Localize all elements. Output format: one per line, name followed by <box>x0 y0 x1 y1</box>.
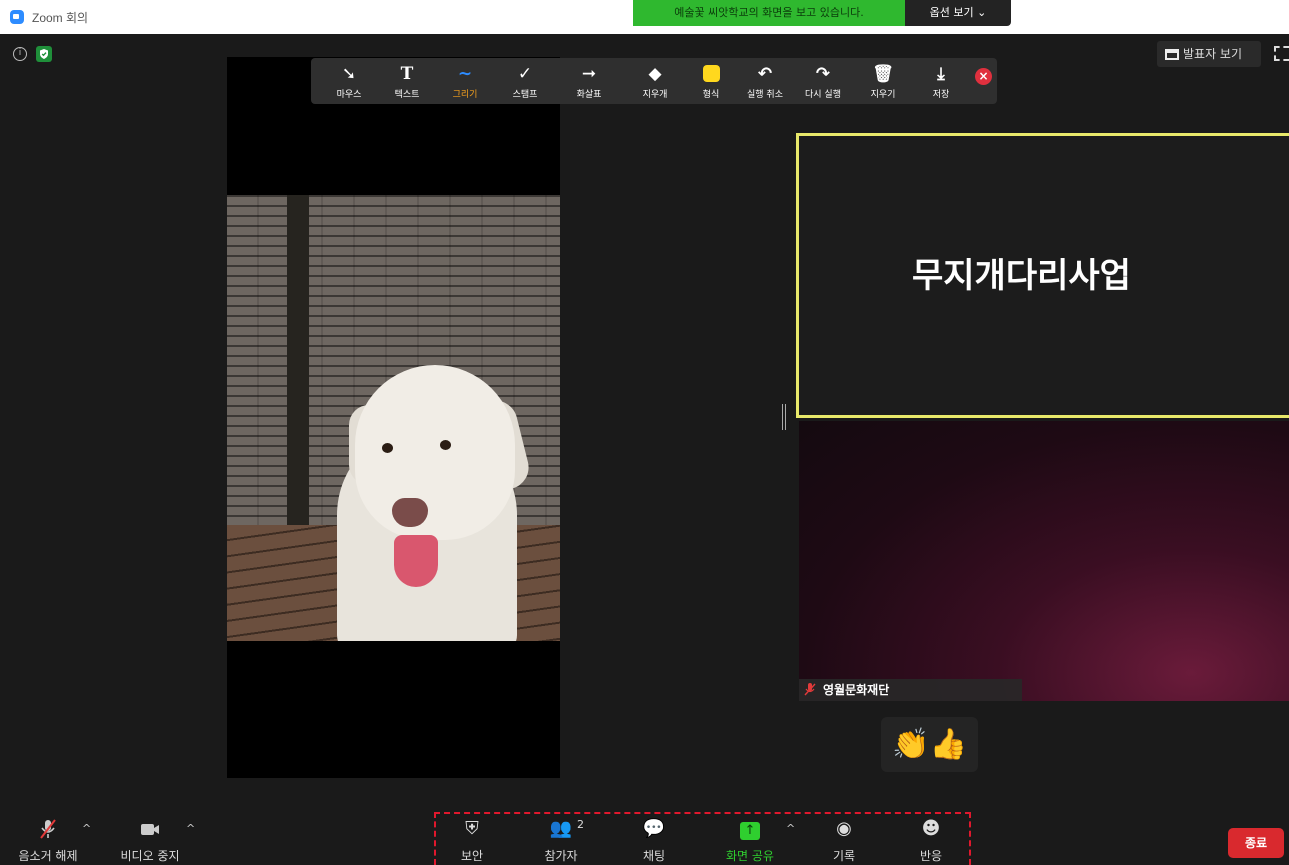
speaker-view-label: 발표자 보기 <box>1183 47 1243 61</box>
tool-draw[interactable]: ∼ 그리기 <box>443 58 487 104</box>
active-speaker-name: 무지개다리사업 <box>912 256 1131 296</box>
speaker-view-button[interactable]: 발표자 보기 <box>1157 41 1261 67</box>
window-title: Zoom 회의 <box>32 11 89 25</box>
tool-save[interactable]: ⤓ 저장 <box>919 58 963 104</box>
record-label: 기록 <box>832 849 856 863</box>
redo-icon: ↷ <box>815 64 831 84</box>
wall-pillar <box>287 195 309 525</box>
security-label: 보안 <box>460 849 484 863</box>
checkmark-icon: ✓ <box>517 64 533 84</box>
view-options-button[interactable]: 옵션 보기 ⌄ <box>905 0 1011 26</box>
video-options-caret-icon[interactable]: ^ <box>186 822 195 835</box>
tool-arrow[interactable]: ➞ 화살표 <box>567 58 611 104</box>
tool-text[interactable]: T 텍스트 <box>385 58 429 104</box>
bottom-toolbar: 음소거 해제 ^ 비디오 중지 ^ ⛨ 보안 👥 2 참가자 💬 채팅 ↑ 화면… <box>0 778 1289 865</box>
save-download-icon: ⤓ <box>937 64 945 84</box>
tool-mouse[interactable]: ➘ 마우스 <box>327 58 371 104</box>
tool-label: 실행 취소 <box>747 90 783 100</box>
chat-bubble-icon: 💬 <box>642 818 666 839</box>
tool-label: 마우스 <box>336 90 362 100</box>
participant-name: 영월문화재단 <box>823 683 890 697</box>
muted-mic-icon <box>40 819 56 839</box>
tool-eraser[interactable]: ◆ 지우개 <box>633 58 677 104</box>
split-divider-handle[interactable] <box>782 404 786 430</box>
security-shield-icon: ⛨ <box>465 818 479 839</box>
meeting-info-icon[interactable]: i <box>13 47 27 61</box>
shared-dog-photo <box>227 195 560 641</box>
close-annotation-icon[interactable]: × <box>975 68 992 85</box>
share-options-caret-icon[interactable]: ^ <box>786 822 795 835</box>
tool-label: 지우개 <box>642 90 668 100</box>
share-screen-label: 화면 공유 <box>726 849 774 863</box>
tool-label: 지우기 <box>870 90 896 100</box>
arrow-cursor-icon: ➘ <box>341 64 357 84</box>
participants-icon: 👥 <box>549 818 573 839</box>
fullscreen-icon[interactable] <box>1274 46 1289 61</box>
stop-video-label: 비디오 중지 <box>120 849 180 863</box>
chat-label: 채팅 <box>642 849 666 863</box>
annotation-toolbar: ➘ 마우스 T 텍스트 ∼ 그리기 ✓ 스탬프 ➞ 화살표 ◆ 지우개 형식 ↶… <box>311 58 997 104</box>
participants-label: 참가자 <box>544 849 578 863</box>
tool-label: 그리기 <box>452 90 478 100</box>
reactions-label: 반응 <box>919 849 943 863</box>
color-swatch-icon <box>691 64 731 84</box>
zoom-app-icon <box>10 10 24 24</box>
dog-left-eye <box>382 443 393 453</box>
record-icon: ◉ <box>836 818 852 839</box>
reaction-emojis: 👏👍 <box>881 717 978 772</box>
tool-undo[interactable]: ↶ 실행 취소 <box>739 58 791 104</box>
unmute-label: 음소거 해제 <box>18 849 78 863</box>
tool-label: 저장 <box>932 90 950 100</box>
dog-nose <box>392 498 428 527</box>
active-speaker-tile[interactable]: 무지개다리사업 <box>796 133 1289 418</box>
tool-label: 텍스트 <box>394 90 420 100</box>
participants-count: 2 <box>577 818 584 831</box>
undo-icon: ↶ <box>757 64 773 84</box>
share-screen-icon: ↑ <box>710 818 790 840</box>
dog-right-eye <box>440 440 451 450</box>
encryption-shield-icon[interactable] <box>36 46 52 62</box>
right-arrow-icon: ➞ <box>581 64 597 84</box>
screen-share-banner: 예술꽃 씨앗학교의 화면을 보고 있습니다. <box>633 0 905 26</box>
tool-label: 화살표 <box>576 90 602 100</box>
tool-clear[interactable]: 🗑 지우기 <box>861 58 905 104</box>
tool-stamp[interactable]: ✓ 스탬프 <box>503 58 547 104</box>
audio-options-caret-icon[interactable]: ^ <box>82 822 91 835</box>
speaker-view-icon <box>1165 49 1179 60</box>
window-titlebar: Zoom 회의 예술꽃 씨앗학교의 화면을 보고 있습니다. 옵션 보기 ⌄ <box>0 0 1289 34</box>
dog-tongue <box>394 535 438 587</box>
tool-format[interactable]: 형식 <box>691 58 731 104</box>
participant-namebar: 영월문화재단 <box>799 679 1022 701</box>
add-reaction-icon: ☻ <box>921 818 941 839</box>
squiggle-line-icon: ∼ <box>457 64 473 84</box>
tool-label: 형식 <box>702 90 720 100</box>
tool-label: 스탬프 <box>512 90 538 100</box>
tool-label: 다시 실행 <box>805 90 841 100</box>
text-t-icon: T <box>400 64 414 84</box>
shared-screen <box>227 57 560 779</box>
tool-redo[interactable]: ↷ 다시 실행 <box>797 58 849 104</box>
dog-head <box>355 365 515 540</box>
muted-mic-icon <box>804 683 816 696</box>
end-meeting-button[interactable]: 종료 <box>1228 828 1284 858</box>
participant-video-tile[interactable]: 영월문화재단 <box>799 421 1289 701</box>
video-camera-icon <box>141 824 159 835</box>
eraser-icon: ◆ <box>648 64 662 84</box>
trash-icon: 🗑 <box>872 64 894 84</box>
